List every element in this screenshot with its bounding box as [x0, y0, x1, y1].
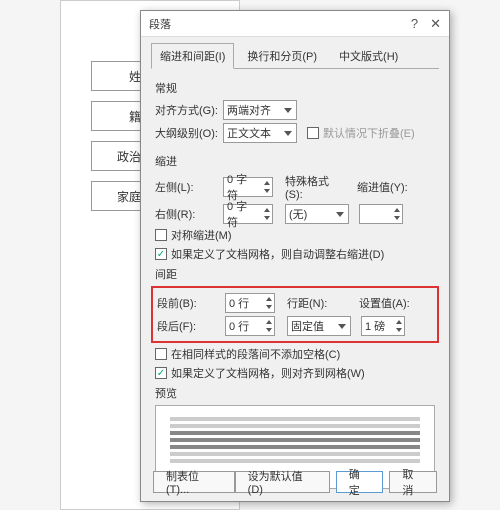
close-icon[interactable]: ✕: [430, 16, 441, 32]
tabstops-button[interactable]: 制表位(T)...: [153, 471, 235, 493]
alignment-label: 对齐方式(G):: [155, 102, 219, 118]
default-button[interactable]: 设为默认值(D): [235, 471, 330, 493]
snap-grid-checkbox[interactable]: ✓如果定义了文档网格，则对齐到网格(W): [155, 365, 365, 381]
checkbox-icon: [307, 127, 319, 139]
section-preview: 预览: [155, 385, 435, 401]
section-indent: 缩进: [155, 153, 435, 169]
right-indent-input[interactable]: 0 字符: [223, 204, 273, 224]
paragraph-dialog: 段落 ? ✕ 缩进和间距(I) 换行和分页(P) 中文版式(H) 常规 对齐方式…: [140, 10, 450, 502]
titlebar: 段落 ? ✕: [141, 11, 449, 37]
checkbox-icon: ✓: [155, 248, 167, 260]
left-indent-input[interactable]: 0 字符: [223, 177, 273, 197]
checkbox-icon: [155, 229, 167, 241]
tab-chinese[interactable]: 中文版式(H): [330, 43, 407, 69]
after-input[interactable]: 0 行: [225, 316, 275, 336]
help-icon[interactable]: ?: [411, 16, 418, 31]
set-value-input[interactable]: 1 磅: [361, 316, 405, 336]
checkbox-icon: ✓: [155, 367, 167, 379]
cancel-button[interactable]: 取消: [389, 471, 437, 493]
ok-button[interactable]: 确定: [336, 471, 384, 493]
dialog-title: 段落: [149, 16, 171, 32]
after-label: 段后(F):: [157, 318, 221, 334]
indent-value-label: 缩进值(Y):: [357, 179, 413, 195]
section-general: 常规: [155, 80, 435, 96]
line-spacing-label: 行距(N):: [287, 295, 343, 311]
tab-indent-spacing[interactable]: 缩进和间距(I): [151, 43, 234, 69]
special-select[interactable]: (无): [285, 204, 349, 224]
tab-strip: 缩进和间距(I) 换行和分页(P) 中文版式(H): [141, 37, 449, 69]
tab-line-page[interactable]: 换行和分页(P): [238, 43, 326, 69]
left-indent-label: 左侧(L):: [155, 179, 219, 195]
line-spacing-select[interactable]: 固定值: [287, 316, 351, 336]
checkbox-icon: [155, 348, 167, 360]
alignment-select[interactable]: 两端对齐: [223, 100, 297, 120]
outline-select[interactable]: 正文文本: [223, 123, 297, 143]
auto-indent-checkbox[interactable]: ✓如果定义了文档网格，则自动调整右缩进(D): [155, 246, 384, 262]
outline-label: 大纲级别(O):: [155, 125, 219, 141]
mirror-checkbox[interactable]: 对称缩进(M): [155, 227, 232, 243]
section-spacing: 间距: [155, 266, 435, 282]
before-label: 段前(B):: [157, 295, 221, 311]
collapse-checkbox[interactable]: 默认情况下折叠(E): [307, 125, 415, 141]
no-space-checkbox[interactable]: 在相同样式的段落间不添加空格(C): [155, 346, 340, 362]
right-indent-label: 右侧(R):: [155, 206, 219, 222]
set-value-label: 设置值(A):: [359, 295, 415, 311]
before-input[interactable]: 0 行: [225, 293, 275, 313]
indent-value-input[interactable]: [359, 204, 403, 224]
special-label: 特殊格式(S):: [285, 173, 341, 201]
highlight-box: 段前(B): 0 行 行距(N): 设置值(A): 段后(F): 0 行 固定值…: [151, 286, 439, 343]
